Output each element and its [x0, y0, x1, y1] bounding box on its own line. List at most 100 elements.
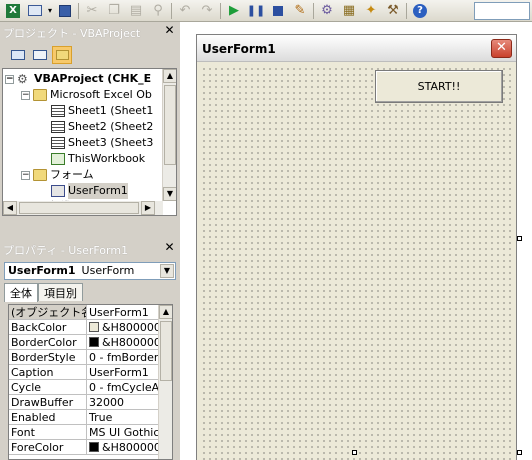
help-icon[interactable]: ? — [409, 1, 431, 21]
paste-icon[interactable]: ▤ — [125, 1, 147, 21]
property-name: BackColor — [9, 320, 87, 334]
run-icon[interactable]: ▶ — [223, 1, 245, 21]
cut-icon[interactable]: ✂ — [81, 1, 103, 21]
design-mode-icon[interactable]: ✎ — [289, 1, 311, 21]
scroll-up-icon[interactable]: ▲ — [163, 69, 176, 83]
tree-item[interactable]: − ⚙ VBAProject (CHK_E — [5, 71, 151, 87]
copy-icon[interactable]: ❐ — [103, 1, 125, 21]
reset-icon[interactable] — [267, 1, 289, 21]
break-icon[interactable]: ❚❚ — [245, 1, 267, 21]
property-value-text: 32000 — [89, 395, 124, 409]
scroll-thumb[interactable] — [160, 321, 172, 381]
property-row[interactable]: Font MS UI Gothic — [9, 425, 160, 440]
folder-icon — [33, 169, 47, 181]
project-pane-toolbar — [0, 43, 178, 67]
property-value[interactable]: UserForm1 — [87, 365, 160, 379]
tree-item[interactable]: Sheet1 (Sheet1 — [51, 103, 153, 119]
properties-icon[interactable]: ▦ — [338, 1, 360, 21]
toolbox-icon[interactable]: ⚒ — [382, 1, 404, 21]
property-row[interactable]: Enabled True — [9, 410, 160, 425]
undo-icon[interactable]: ↶ — [174, 1, 196, 21]
help-search-input[interactable] — [474, 1, 530, 20]
toolbar-separator — [220, 2, 221, 19]
tree-item-label: Sheet1 (Sheet1 — [68, 104, 154, 117]
view-code-icon[interactable] — [8, 46, 28, 64]
sheet-icon — [51, 121, 65, 133]
chevron-down-icon[interactable]: ▼ — [160, 264, 174, 278]
save-icon[interactable] — [54, 1, 76, 21]
tree-item[interactable]: ThisWorkbook — [51, 151, 145, 167]
properties-vertical-scrollbar[interactable]: ▲ — [158, 305, 172, 459]
property-value[interactable]: &H800000 — [87, 335, 160, 349]
property-value[interactable]: &H800000 — [87, 440, 160, 454]
view-object-icon[interactable] — [30, 46, 50, 64]
toolbar-separator — [406, 2, 407, 19]
resize-handle-bottom-right[interactable] — [517, 450, 522, 455]
tab-categorized[interactable]: 項目別 — [38, 283, 83, 301]
color-swatch — [89, 322, 99, 332]
close-icon[interactable]: ✕ — [491, 39, 512, 58]
property-row[interactable]: Cycle 0 - fmCycleA — [9, 380, 160, 395]
property-value[interactable]: 0 - fmCycleA — [87, 380, 160, 394]
color-swatch — [89, 442, 99, 452]
project-pane-close-icon[interactable]: ✕ — [163, 24, 176, 37]
property-row[interactable]: Caption UserForm1 — [9, 365, 160, 380]
tree-item[interactable]: − フォーム — [21, 167, 94, 183]
userform-icon — [51, 185, 65, 197]
expand-collapse-icon[interactable]: − — [5, 74, 14, 84]
scroll-thumb[interactable] — [19, 202, 139, 214]
color-swatch — [89, 337, 99, 347]
scroll-left-icon[interactable]: ◀ — [3, 201, 17, 215]
property-row[interactable]: BorderStyle 0 - fmBorder — [9, 350, 160, 365]
property-value[interactable]: UserForm1 — [87, 305, 160, 319]
property-value-text: &H800000 — [102, 440, 160, 454]
project-explorer-icon[interactable]: ⚙ — [316, 1, 338, 21]
project-tree-vertical-scrollbar[interactable]: ▲ ▼ — [162, 69, 176, 201]
scroll-thumb[interactable] — [164, 85, 176, 165]
tree-item[interactable]: UserForm1 — [51, 183, 128, 199]
userform-grid-surface[interactable]: START!! — [199, 64, 514, 460]
toolbar-separator — [313, 2, 314, 19]
property-name: Enabled — [9, 410, 87, 424]
expand-collapse-icon[interactable]: − — [21, 90, 30, 100]
start-button[interactable]: START!! — [375, 70, 503, 103]
scroll-right-icon[interactable]: ▶ — [141, 201, 155, 215]
scroll-down-icon[interactable]: ▼ — [163, 187, 176, 201]
tree-item[interactable]: Sheet3 (Sheet3 — [51, 135, 153, 151]
object-select-dropdown[interactable]: UserForm1 UserForm ▼ — [4, 262, 176, 280]
userform-window[interactable]: UserForm1 ✕ START!! — [196, 34, 517, 460]
property-row[interactable]: DrawBuffer 32000 — [9, 395, 160, 410]
property-row[interactable]: BackColor &H800000 — [9, 320, 160, 335]
tree-item[interactable]: Sheet2 (Sheet2 — [51, 119, 153, 135]
property-row[interactable]: (オブジェクト名)UserForm1 — [9, 305, 160, 320]
tree-item-label: VBAProject (CHK_E — [34, 72, 152, 85]
main-toolbar: X ▾ ✂ ❐ ▤ ⚲ ↶ ↷ ▶ ❚❚ ✎ ⚙ ▦ ✦ ⚒ ? — [0, 0, 532, 22]
resize-handle-right[interactable] — [517, 236, 522, 241]
tree-item-label: フォーム — [50, 168, 94, 181]
tree-item-label: Sheet2 (Sheet2 — [68, 120, 154, 133]
property-value[interactable]: 32000 — [87, 395, 160, 409]
tab-alphabetic[interactable]: 全体 — [4, 283, 38, 302]
property-value[interactable]: 0 - fmBorder — [87, 350, 160, 364]
property-value[interactable]: True — [87, 410, 160, 424]
expand-collapse-icon[interactable]: − — [21, 170, 30, 180]
property-value[interactable]: &H800000 — [87, 320, 160, 334]
property-name: Font — [9, 425, 87, 439]
toggle-folders-icon[interactable] — [52, 46, 72, 64]
property-name: (オブジェクト名) — [9, 305, 87, 319]
scroll-up-icon[interactable]: ▲ — [159, 305, 172, 319]
property-row[interactable]: ForeColor &H800000 — [9, 440, 160, 455]
resize-handle-bottom[interactable] — [352, 450, 357, 455]
property-value[interactable]: MS UI Gothic — [87, 425, 160, 439]
excel-icon[interactable]: X — [2, 1, 24, 21]
dropdown-arrow-icon[interactable]: ▾ — [46, 1, 54, 21]
project-tree-horizontal-scrollbar[interactable]: ◀ ▶ — [3, 201, 163, 215]
property-name: DrawBuffer — [9, 395, 87, 409]
find-icon[interactable]: ⚲ — [147, 1, 169, 21]
redo-icon[interactable]: ↷ — [196, 1, 218, 21]
object-browser-icon[interactable]: ✦ — [360, 1, 382, 21]
insert-userform-icon[interactable] — [24, 1, 46, 21]
properties-pane-close-icon[interactable]: ✕ — [163, 241, 176, 254]
property-row[interactable]: BorderColor &H800000 — [9, 335, 160, 350]
tree-item[interactable]: − Microsoft Excel Ob — [21, 87, 152, 103]
